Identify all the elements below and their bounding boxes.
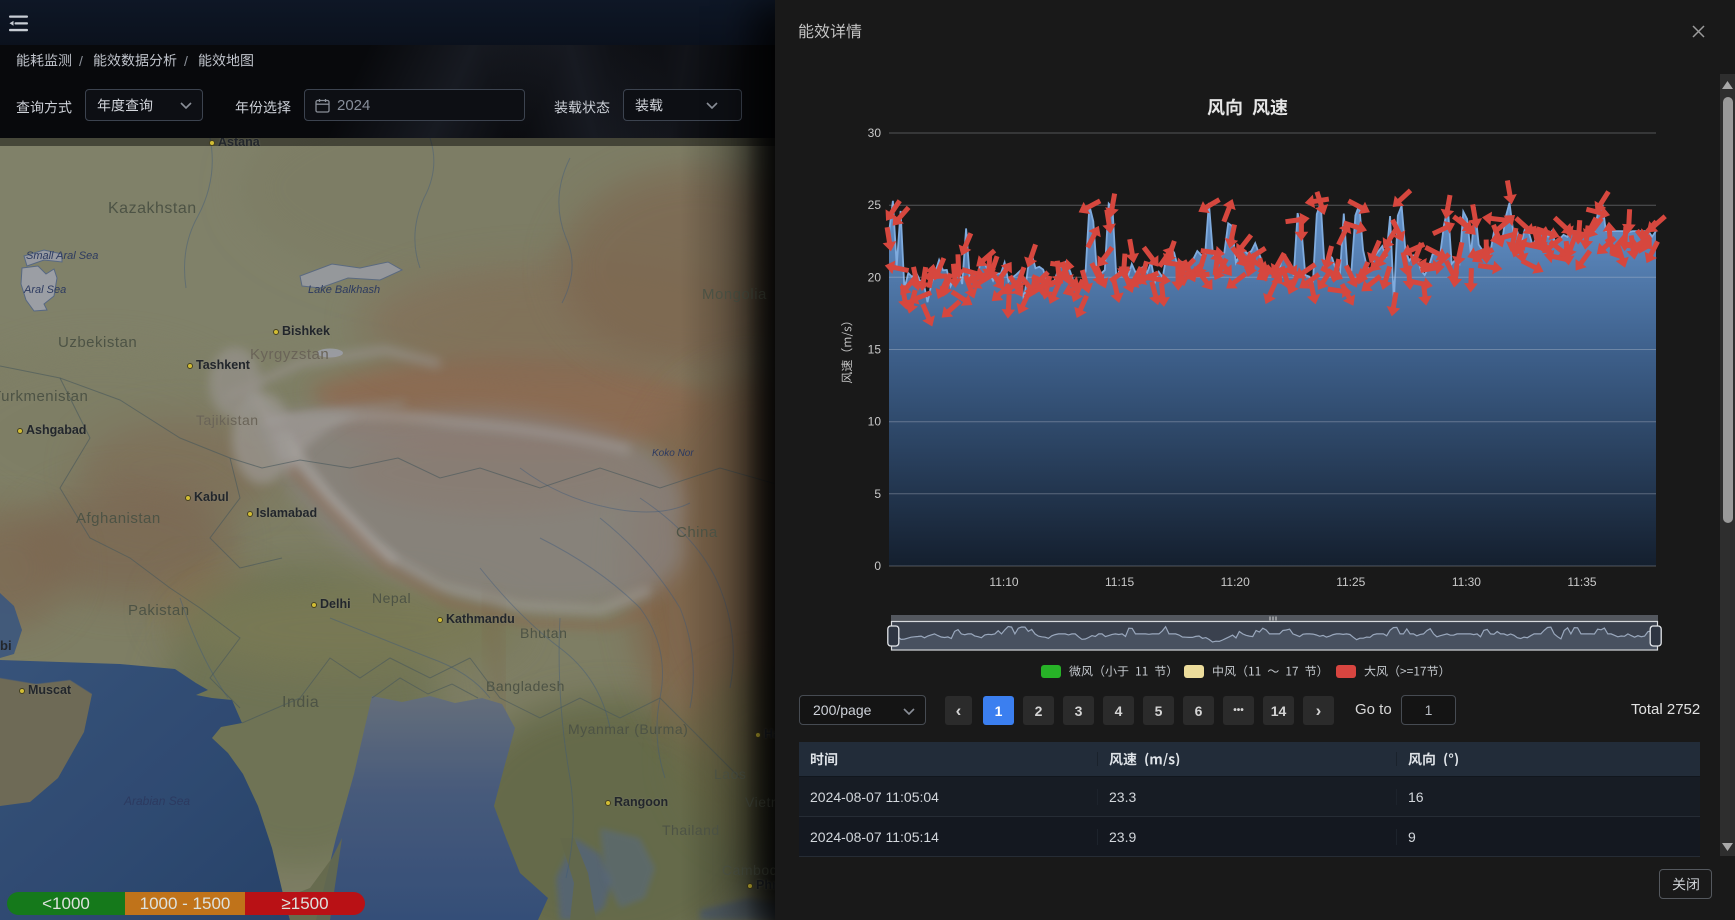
svg-text:5: 5 (874, 487, 881, 501)
svg-text:20: 20 (868, 270, 882, 284)
svg-text:10: 10 (868, 415, 882, 429)
svg-text:11:30: 11:30 (1452, 575, 1481, 589)
svg-text:25: 25 (868, 198, 882, 212)
svg-text:0: 0 (874, 559, 881, 573)
svg-text:11:35: 11:35 (1567, 575, 1596, 589)
svg-text:30: 30 (868, 126, 882, 140)
svg-text:15: 15 (868, 343, 882, 357)
svg-text:11:15: 11:15 (1105, 575, 1134, 589)
svg-text:11:10: 11:10 (989, 575, 1018, 589)
svg-text:11:25: 11:25 (1336, 575, 1365, 589)
svg-text:11:20: 11:20 (1221, 575, 1250, 589)
